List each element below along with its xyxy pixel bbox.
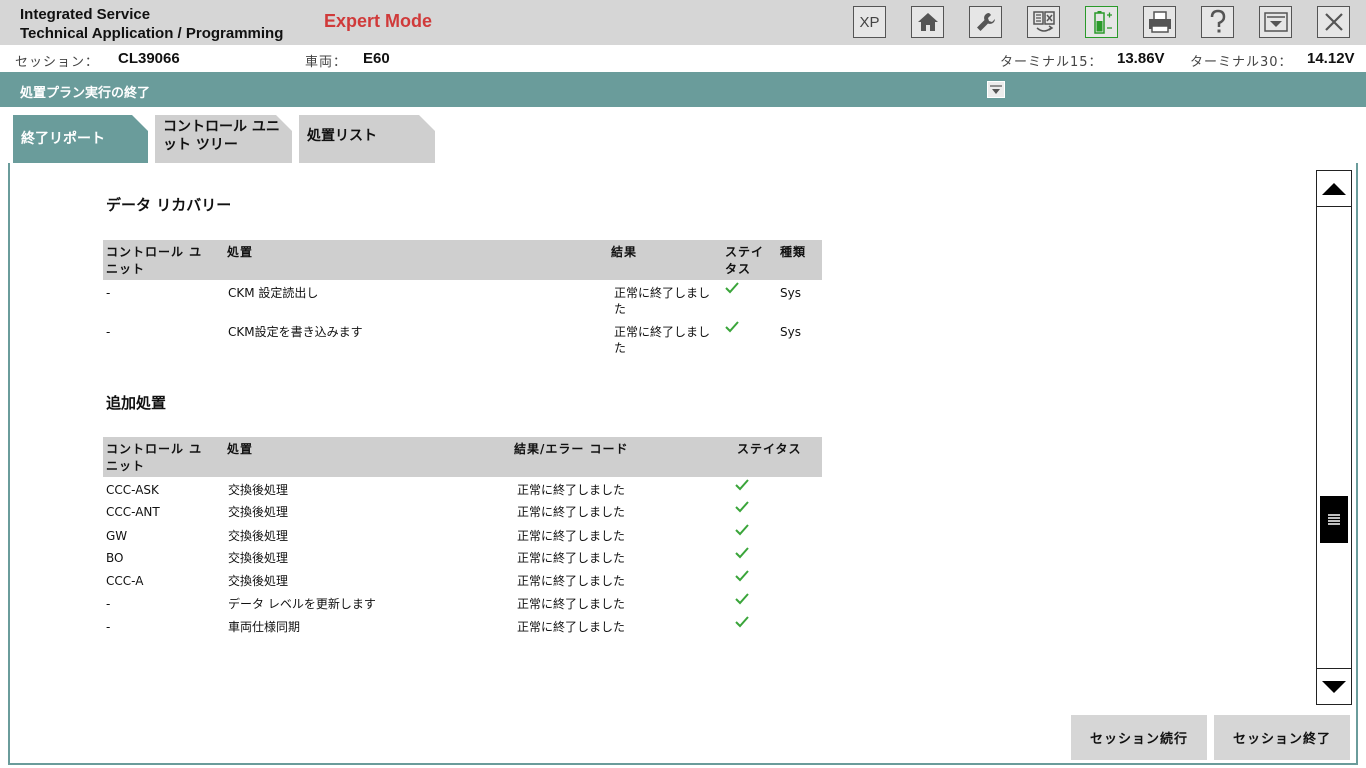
home-button[interactable] [911,6,944,38]
row-result: 正常に終了しました [517,597,626,611]
row-result: 正常に終了しました [517,505,626,519]
end-session-button[interactable]: セッション終了 [1214,715,1350,760]
row-unit: - [106,286,111,300]
terminal30-label: ターミナル30： [1190,55,1293,70]
help-icon [1210,9,1225,33]
col-result: 結果 [611,245,638,259]
battery-icon [1093,11,1112,34]
row-unit: BO [106,551,124,565]
continue-session-button[interactable]: セッション続行 [1071,715,1207,760]
check-icon [735,570,749,582]
additional-heading: 追加処置 [106,394,167,412]
session-label: セッション： [15,55,100,70]
row-action: 車両仕様同期 [228,620,301,634]
recovery-heading: データ リカバリー [106,196,232,214]
triangle-down-icon [1322,680,1346,693]
row-action: 交換後処理 [228,483,289,497]
row-type: Sys [780,325,801,339]
app-title: Integrated Service Technical Application… [20,5,283,43]
vertical-scrollbar[interactable] [1316,170,1352,705]
row-unit: CCC-ASK [106,483,159,497]
col-status: ステイタス [737,442,802,456]
row-action: 交換後処理 [228,505,289,519]
app-title-line2: Technical Application / Programming [20,25,284,42]
close-icon [1324,13,1343,31]
top-toolbar: Integrated Service Technical Application… [0,0,1366,45]
help-button[interactable] [1201,6,1234,38]
additional-table-header: コントロール ユニット 処置 結果/エラー コード ステイタス [103,437,822,477]
row-unit: - [106,597,111,611]
col-type: 種類 [780,245,807,259]
row-action: CKM設定を書き込みます [228,325,363,339]
check-icon [735,479,749,491]
print-button[interactable] [1143,6,1176,38]
download-icon [1263,12,1288,32]
row-result: 正常に終了しました [614,286,711,316]
section-header: 処置プラン実行の終了 [0,72,1366,107]
section-title: 処置プラン実行の終了 [20,86,151,101]
scroll-down-button[interactable] [1317,668,1351,704]
row-action: CKM 設定読出し [228,286,319,300]
session-value: CL39066 [118,50,180,67]
vehicle-label: 車両： [305,55,348,70]
row-action: データ レベルを更新します [228,597,376,611]
row-type: Sys [780,286,801,300]
grip-lines-icon [1328,513,1340,525]
check-icon [725,282,739,294]
terminal30-value: 14.12V [1307,50,1355,67]
scroll-up-button[interactable] [1317,171,1351,207]
app-title-line1: Integrated Service [20,6,151,23]
row-unit: GW [106,529,128,543]
row-action: 交換後処理 [228,574,289,588]
col-unit: コントロール ユニット [106,442,203,473]
check-icon [735,524,749,536]
col-result: 結果/エラー コード [514,442,629,456]
col-action: 処置 [227,245,254,259]
row-action: 交換後処理 [228,551,289,565]
close-button[interactable] [1317,6,1350,38]
col-unit: コントロール ユニット [106,245,203,276]
check-icon [735,501,749,513]
tab-action-list[interactable]: 処置リスト [299,115,435,165]
row-result: 正常に終了しました [517,483,626,497]
swap-button[interactable] [1027,6,1060,38]
xp-button[interactable]: XP [853,6,886,38]
check-icon [735,547,749,559]
home-icon [917,13,938,31]
printer-icon [1148,11,1171,33]
collapse-button[interactable] [987,81,1005,98]
row-result: 正常に終了しました [614,325,711,355]
tab-final-report[interactable]: 終了リポート [13,115,148,165]
mode-label: Expert Mode [324,11,433,31]
row-unit: CCC-A [106,574,144,588]
info-bar: セッション： CL39066 車両： E60 ターミナル15： 13.86V タ… [0,45,1366,72]
row-result: 正常に終了しました [517,551,626,565]
triangle-up-icon [1322,182,1346,195]
scroll-thumb[interactable] [1320,496,1348,543]
row-unit: - [106,620,111,634]
terminal15-label: ターミナル15： [1000,55,1103,70]
swap-icon [1032,11,1055,32]
row-action: 交換後処理 [228,529,289,543]
row-result: 正常に終了しました [517,620,626,634]
col-action: 処置 [227,442,254,456]
collapse-icon [990,84,1002,94]
tab-control-unit-tree[interactable]: コントロール ユニット ツリー [155,115,292,165]
recovery-table-header: コントロール ユニット 処置 結果 ステイタス 種類 [103,240,822,280]
row-unit: - [106,325,111,339]
vehicle-value: E60 [363,50,390,67]
check-icon [735,593,749,605]
check-icon [725,321,739,333]
row-result: 正常に終了しました [517,574,626,588]
row-result: 正常に終了しました [517,529,626,543]
col-status: ステイタス [725,245,765,276]
row-unit: CCC-ANT [106,505,160,519]
download-button[interactable] [1259,6,1292,38]
battery-button[interactable] [1085,6,1118,38]
check-icon [735,616,749,628]
service-button[interactable] [969,6,1002,38]
terminal15-value: 13.86V [1117,50,1165,67]
wrench-icon [976,13,995,31]
